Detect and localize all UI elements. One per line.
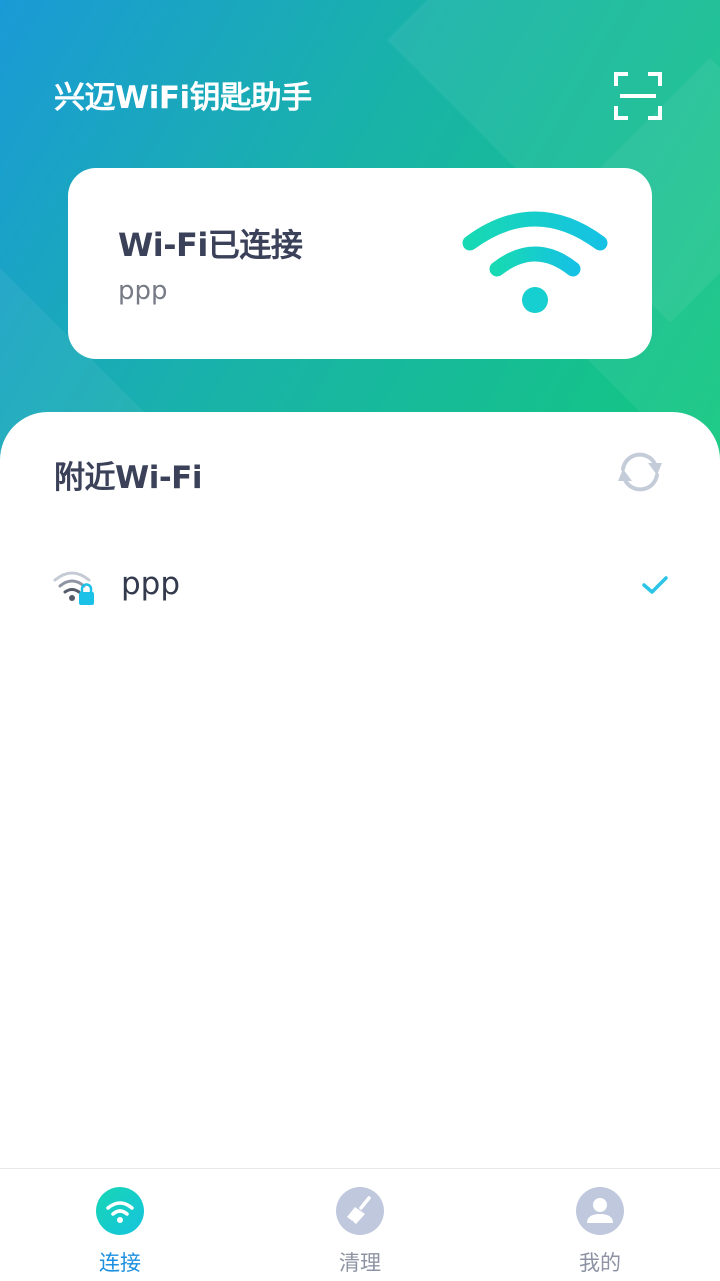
refresh-button[interactable] [612, 447, 668, 497]
nearby-wifi-title: 附近Wi-Fi [54, 460, 203, 496]
scan-button[interactable] [612, 70, 664, 122]
wifi-list-item[interactable]: ppp [0, 552, 720, 624]
wifi-icon [96, 1187, 144, 1235]
tab-connect[interactable]: 连接 [0, 1169, 240, 1281]
tab-mine[interactable]: 我的 [480, 1169, 720, 1281]
nearby-wifi-panel: 附近Wi-Fi ppp [0, 412, 720, 1280]
scan-icon [614, 72, 662, 120]
tab-clean[interactable]: 清理 [240, 1169, 480, 1281]
connected-ssid: ppp [118, 276, 168, 306]
tab-mine-label: 我的 [579, 1251, 621, 1275]
connected-check-icon [642, 576, 668, 594]
user-icon [576, 1187, 624, 1235]
bottom-tab-bar: 连接 清理 我的 [0, 1168, 720, 1281]
tab-clean-label: 清理 [339, 1251, 381, 1275]
wifi-lock-icon [53, 571, 94, 605]
wifi-ssid: ppp [121, 566, 181, 602]
refresh-icon [618, 452, 662, 492]
app-title: 兴迈WiFi钥匙助手 [54, 80, 312, 116]
tab-connect-label: 连接 [99, 1251, 141, 1275]
connection-status-title: Wi-Fi已连接 [118, 226, 303, 264]
wifi-signal-icon [462, 211, 608, 313]
broom-icon [336, 1187, 384, 1235]
connection-status-card[interactable]: Wi-Fi已连接 ppp [68, 168, 652, 359]
